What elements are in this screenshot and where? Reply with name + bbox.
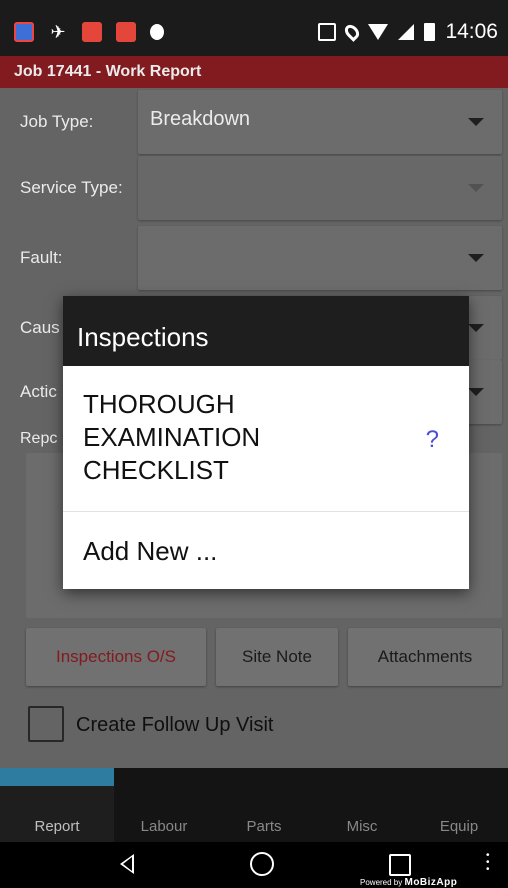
location-icon [342,22,363,42]
recent-apps-icon[interactable] [389,854,411,876]
signal-icon [398,24,415,40]
tab-parts[interactable]: Parts [214,768,314,842]
dialog-item-add-new[interactable]: Add New ... [63,514,469,589]
help-icon[interactable]: ? [426,426,439,454]
dialog-item-label: THOROUGH EXAMINATION CHECKLIST [83,389,261,485]
tab-label: Misc [346,818,378,835]
tab-label: Parts [246,818,282,835]
cast-icon [318,23,337,41]
dialog-title: Inspections [63,296,469,366]
dialog-item-thorough-examination[interactable]: THOROUGH EXAMINATION CHECKLIST ? [63,366,469,512]
powered-by-label: Powered by MoBizApp [360,877,457,888]
battery-icon [424,23,436,41]
app-icon-1 [14,22,34,42]
status-right: 14:06 [318,20,498,44]
app-icon-5 [150,24,164,40]
overflow-menu-icon[interactable]: • • • [486,851,490,875]
bottom-tab-bar: Report Labour Parts Misc Equip [0,768,508,842]
app-icon-2: ✈ [50,22,66,42]
status-bar: ✈ 14:06 [0,0,508,56]
tab-equip[interactable]: Equip [410,768,508,842]
tab-report[interactable]: Report [0,768,114,842]
wifi-icon [368,24,389,40]
tab-misc[interactable]: Misc [314,768,410,842]
inspections-dialog: Inspections THOROUGH EXAMINATION CHECKLI… [63,296,469,589]
back-icon-inner [123,857,132,871]
dialog-item-label: Add New ... [83,536,218,566]
brand-logo-text: MoBizApp [404,877,458,888]
app-icon-3 [82,22,102,42]
app-icon-4 [116,22,136,42]
powered-by-text: Powered by [360,878,403,887]
status-time: 14:06 [445,20,498,43]
tab-label: Labour [140,818,188,835]
system-nav-bar: • • • Powered by MoBizApp [0,842,508,888]
tab-label: Report [34,818,80,835]
tab-labour[interactable]: Labour [114,768,214,842]
tab-label: Equip [439,818,479,835]
home-icon[interactable] [250,852,274,876]
